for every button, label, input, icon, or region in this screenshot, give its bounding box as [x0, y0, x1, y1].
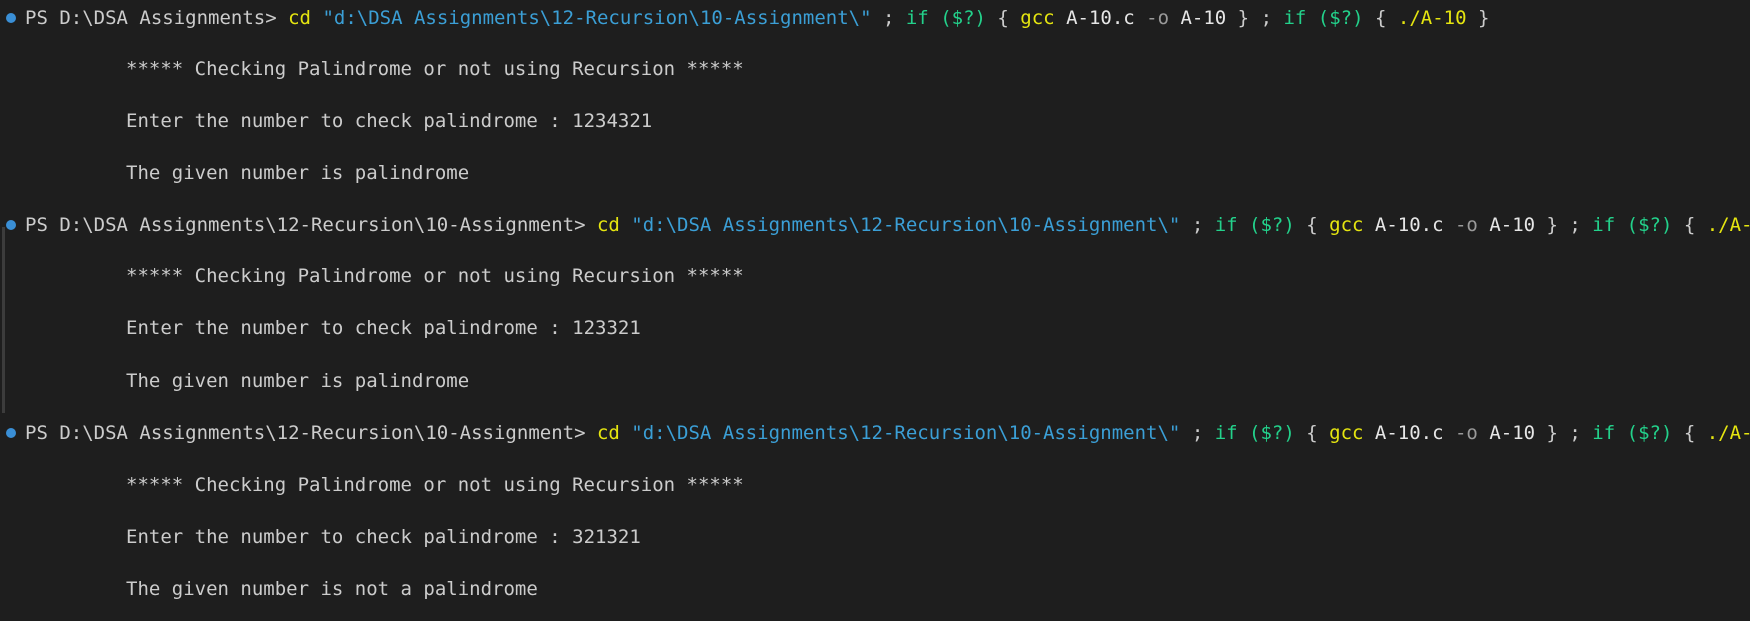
brace-open: {	[1363, 7, 1398, 29]
command-line: PS D:\DSA Assignments\12-Recursion\10-As…	[25, 212, 1750, 238]
source-file: A-10.c	[1363, 422, 1455, 444]
status-variable: ($?)	[1249, 214, 1295, 236]
source-file: A-10.c	[1054, 7, 1147, 29]
brace-open: {	[985, 7, 1021, 29]
compiler-command: gcc	[1329, 422, 1364, 444]
command-separator: ;	[1557, 422, 1593, 444]
status-variable: ($?)	[1626, 214, 1673, 236]
command-separator: ;	[1180, 422, 1215, 444]
status-variable: ($?)	[1317, 7, 1364, 29]
result-line: The given number is not a palindrome	[126, 578, 538, 600]
input-line: Enter the number to check palindrome : 3…	[126, 524, 641, 550]
input-prompt: Enter the number to check palindrome :	[126, 526, 573, 548]
input-line: Enter the number to check palindrome : 1…	[126, 108, 652, 134]
input-value: 123321	[572, 317, 641, 339]
output-file: A-10	[1169, 7, 1238, 29]
output-flag: -o	[1146, 7, 1170, 29]
output-flag: -o	[1454, 214, 1478, 236]
executable-command: ./A-10	[1397, 7, 1467, 29]
input-value: 321321	[572, 526, 641, 548]
command-decoration-icon[interactable]	[6, 428, 16, 438]
keyword-if: if	[1214, 422, 1238, 444]
executable-command: ./A-10	[1706, 214, 1750, 236]
compiler-command: gcc	[1329, 214, 1364, 236]
input-value: 1234321	[572, 110, 653, 132]
input-prompt: Enter the number to check palindrome :	[126, 317, 573, 339]
command-line: PS D:\DSA Assignments\12-Recursion\10-As…	[25, 420, 1750, 446]
brace-open: {	[1294, 422, 1330, 444]
status-variable: ($?)	[1249, 422, 1295, 444]
command-separator: ;	[871, 7, 906, 29]
command-name: cd	[596, 422, 620, 444]
brace-close: }	[1237, 7, 1250, 29]
brace-close: }	[1546, 214, 1558, 236]
command-name: cd	[596, 214, 620, 236]
source-file: A-10.c	[1363, 214, 1455, 236]
brace-close: }	[1546, 422, 1558, 444]
prompt-text: PS D:\DSA Assignments>	[25, 7, 289, 29]
input-line: Enter the number to check palindrome : 1…	[126, 315, 641, 341]
status-variable: ($?)	[940, 7, 986, 29]
command-gutter	[2, 227, 5, 413]
command-separator: ;	[1557, 214, 1593, 236]
command-separator: ;	[1180, 214, 1215, 236]
result-line: The given number is palindrome	[126, 162, 470, 184]
input-prompt: Enter the number to check palindrome :	[126, 110, 573, 132]
executable-command: ./A-10	[1706, 422, 1750, 444]
keyword-if: if	[1283, 7, 1307, 29]
brace-open: {	[1672, 214, 1707, 236]
keyword-if: if	[1214, 214, 1238, 236]
command-separator: ;	[1249, 7, 1284, 29]
output-file: A-10	[1477, 422, 1547, 444]
prompt-text: PS D:\DSA Assignments\12-Recursion\10-As…	[25, 214, 597, 236]
program-heading: ***** Checking Palindrome or not using R…	[126, 265, 744, 287]
command-line: PS D:\DSA Assignments> cd "d:\DSA Assign…	[25, 5, 1489, 31]
brace-open: {	[1672, 422, 1707, 444]
compiler-command: gcc	[1020, 7, 1055, 29]
result-line: The given number is palindrome	[126, 370, 470, 392]
prompt-text: PS D:\DSA Assignments\12-Recursion\10-As…	[25, 422, 597, 444]
output-flag: -o	[1454, 422, 1478, 444]
brace-open: {	[1294, 214, 1330, 236]
command-decoration-icon[interactable]	[6, 220, 16, 230]
command-decoration-icon[interactable]	[6, 13, 16, 23]
program-heading: ***** Checking Palindrome or not using R…	[126, 58, 744, 80]
command-name: cd	[288, 7, 311, 29]
output-file: A-10	[1477, 214, 1547, 236]
command-path-string: "d:\DSA Assignments\12-Recursion\10-Assi…	[322, 7, 872, 29]
keyword-if: if	[1592, 422, 1616, 444]
command-path-string: "d:\DSA Assignments\12-Recursion\10-Assi…	[631, 422, 1181, 444]
brace-close: }	[1466, 7, 1490, 29]
status-variable: ($?)	[1626, 422, 1673, 444]
program-heading: ***** Checking Palindrome or not using R…	[126, 474, 744, 496]
keyword-if: if	[1592, 214, 1616, 236]
keyword-if: if	[905, 7, 929, 29]
terminal-panel[interactable]: PS D:\DSA Assignments> cd "d:\DSA Assign…	[0, 0, 1750, 621]
command-path-string: "d:\DSA Assignments\12-Recursion\10-Assi…	[631, 214, 1181, 236]
